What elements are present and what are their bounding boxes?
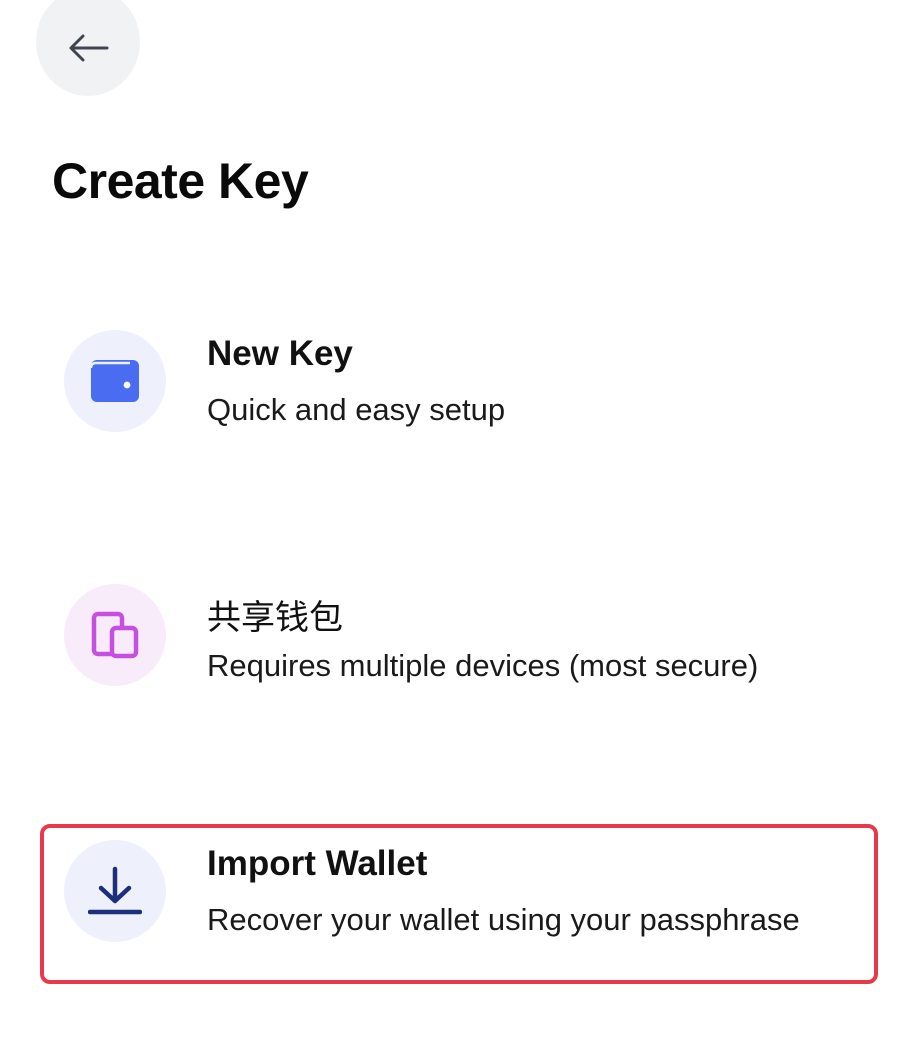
option-title: 共享钱包 <box>207 598 343 638</box>
option-import-wallet[interactable]: Import Wallet Recover your wallet using … <box>40 824 872 980</box>
wallet-icon-circle <box>64 330 166 432</box>
option-shared-wallet[interactable]: 共享钱包 Requires multiple devices (most sec… <box>46 574 872 724</box>
download-icon <box>88 866 142 915</box>
option-subtitle: Recover your wallet using your passphras… <box>207 902 800 937</box>
arrow-left-icon <box>69 34 109 62</box>
wallet-icon <box>90 360 139 402</box>
devices-icon <box>91 611 139 659</box>
create-key-screen: Create Key New Key Quick and easy setup … <box>0 0 920 1056</box>
back-button[interactable] <box>36 0 140 96</box>
download-icon-circle <box>64 840 166 942</box>
page-title: Create Key <box>52 153 309 209</box>
option-title: Import Wallet <box>207 844 428 883</box>
option-subtitle: Quick and easy setup <box>207 392 506 427</box>
devices-icon-circle <box>64 584 166 686</box>
option-title: New Key <box>207 334 353 373</box>
option-subtitle: Requires multiple devices (most secure) <box>207 648 759 683</box>
option-new-key[interactable]: New Key Quick and easy setup <box>46 320 872 470</box>
